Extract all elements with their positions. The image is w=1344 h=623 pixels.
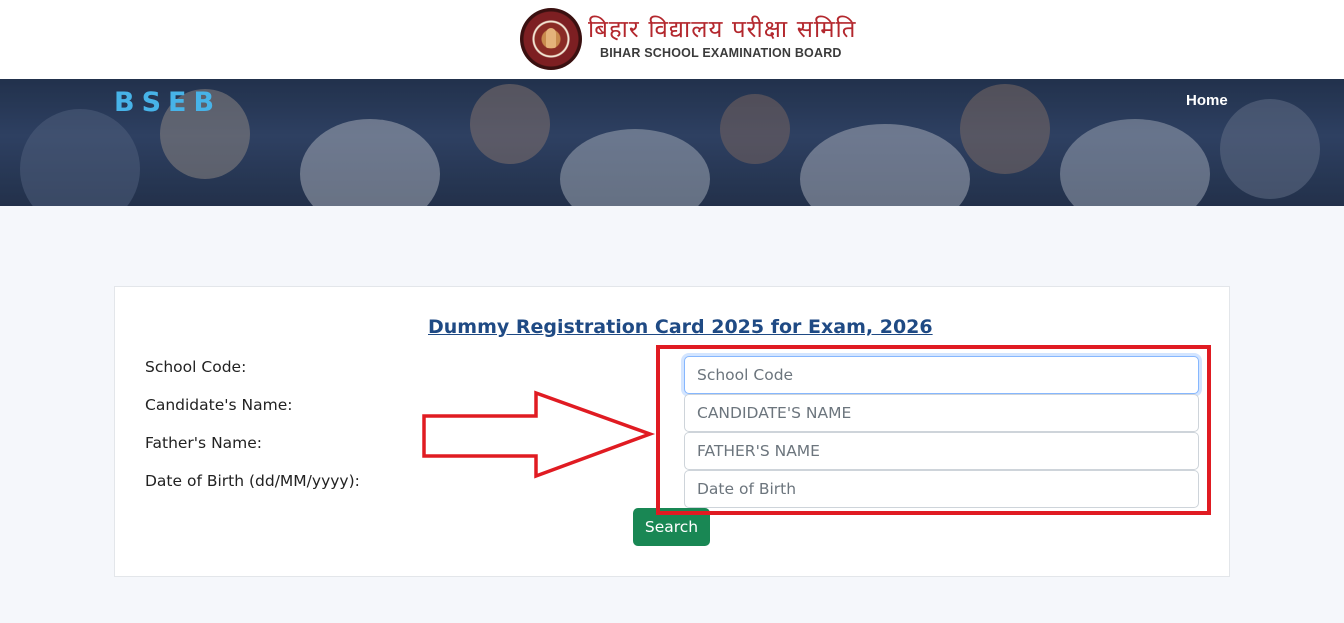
father-name-label: Father's Name: <box>145 434 263 452</box>
school-code-label: School Code: <box>145 358 247 376</box>
top-logo-bar: बिहार विद्यालय परीक्षा समिति BIHAR SCHOO… <box>0 0 1344 79</box>
nav-home-link[interactable]: Home <box>1186 92 1228 109</box>
annotation-arrow-icon <box>422 390 656 479</box>
dob-label: Date of Birth (dd/MM/yyyy): <box>145 472 360 490</box>
brand-name-english: BIHAR SCHOOL EXAMINATION BOARD <box>600 46 842 60</box>
page-title[interactable]: Dummy Registration Card 2025 for Exam, 2… <box>428 316 933 338</box>
brand-name-hindi: बिहार विद्यालय परीक्षा समिति <box>588 15 857 43</box>
bseb-seal-logo <box>520 8 582 70</box>
hero-banner: BSEB Home <box>0 79 1344 206</box>
candidate-name-label: Candidate's Name: <box>145 396 293 414</box>
annotation-highlight-box <box>656 345 1211 515</box>
site-logo-text[interactable]: BSEB <box>114 87 221 118</box>
